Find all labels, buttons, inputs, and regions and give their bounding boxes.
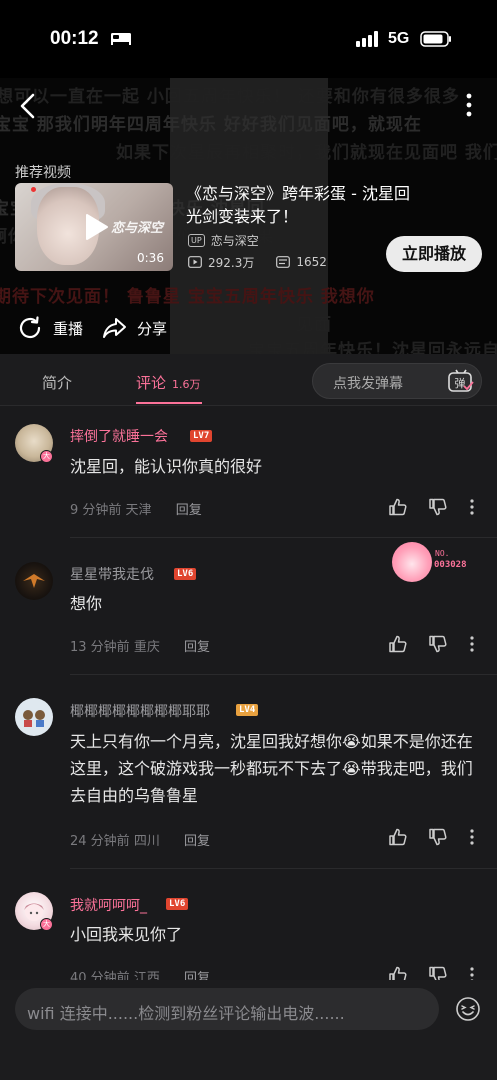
video-channel[interactable]: UP 恋与深空 — [188, 232, 259, 248]
danmaku-count: 1652 — [296, 255, 327, 269]
level-badge: LV6 — [174, 568, 197, 580]
divider — [70, 868, 497, 869]
divider — [70, 674, 497, 675]
comment-compose-bar: wifi 连接中......检测到粉丝评论输出电波...... — [0, 980, 497, 1080]
reply-button[interactable]: 回复 — [184, 834, 210, 849]
comment-text: 想你 — [70, 594, 103, 613]
avatar[interactable] — [15, 562, 53, 600]
sleep-mode-icon — [111, 33, 131, 45]
avatar-image — [23, 574, 45, 588]
like-icon[interactable] — [388, 827, 408, 847]
comment-time: 13 分钟前 — [70, 640, 130, 655]
comment-text: 沈星回，能认识你真的很好 — [70, 457, 263, 476]
emoji-icon[interactable] — [455, 996, 481, 1022]
reply-button[interactable]: 回复 — [184, 971, 210, 980]
comment-more-icon[interactable] — [466, 965, 478, 980]
more-vertical-icon[interactable] — [464, 92, 474, 118]
dislike-icon[interactable] — [428, 634, 448, 654]
fan-badge-character — [392, 542, 432, 582]
video-duration: 0:36 — [137, 251, 164, 265]
comment-meta: 13 分钟前 重庆 回复 — [70, 636, 210, 655]
comment-meta: 24 分钟前 四川 回复 — [70, 830, 210, 849]
tab-intro[interactable]: 简介 — [42, 372, 72, 393]
recommend-label: 推荐视频 — [15, 165, 71, 181]
back-arrow-icon[interactable] — [16, 92, 40, 120]
vip-badge: 大 — [40, 918, 53, 931]
recommended-video-title[interactable]: 《恋与深空》跨年彩蛋 - 沈星回光剑变装来了！ — [186, 182, 416, 228]
replay-icon — [19, 316, 41, 339]
views-icon — [188, 256, 202, 268]
reply-button[interactable]: 回复 — [176, 503, 202, 518]
play-now-button[interactable]: 立即播放 — [386, 236, 482, 272]
danmaku-count-icon — [276, 256, 291, 268]
comment-more-icon[interactable] — [466, 497, 478, 517]
share-icon — [103, 318, 126, 338]
comment-input[interactable]: wifi 连接中......检测到粉丝评论输出电波...... — [15, 988, 439, 1030]
video-stats: 292.3万 1652 — [188, 254, 327, 270]
dislike-icon[interactable] — [428, 827, 448, 847]
status-bar: 00:12 5G — [0, 0, 497, 78]
replay-button[interactable]: 重播 — [18, 316, 83, 340]
vip-badge: 大 — [40, 450, 53, 463]
channel-name: 恋与深空 — [210, 233, 259, 248]
level-badge: LV7 — [190, 430, 213, 442]
send-danmaku-input[interactable]: 点我发弹幕 弹 — [312, 363, 482, 399]
share-button[interactable]: 分享 — [102, 316, 167, 340]
comment-time: 24 分钟前 — [70, 834, 130, 849]
comment-username[interactable]: 摔倒了就睡一会 — [70, 426, 168, 446]
danmaku-toggle-icon[interactable]: 弹 — [447, 369, 475, 393]
thumb-dot — [31, 187, 36, 192]
comment-location: 重庆 — [133, 640, 160, 655]
comment-input-placeholder: wifi 连接中......检测到粉丝评论输出电波...... — [27, 1004, 345, 1023]
tab-comments-count: 1.6万 — [172, 378, 201, 391]
danmaku-placeholder: 点我发弹幕 — [333, 376, 403, 392]
fan-number-badge: NO. 003028 — [392, 542, 497, 584]
comment-text: 小回我来见你了 — [70, 925, 183, 944]
comment-username[interactable]: 椰椰椰椰椰椰椰椰耶耶 — [70, 701, 210, 721]
avatar-image — [23, 710, 45, 727]
play-icon — [86, 214, 108, 240]
replay-label: 重播 — [53, 319, 84, 338]
content-tabs: 简介 评论 1.6万 点我发弹幕 弹 — [0, 354, 497, 406]
reply-button[interactable]: 回复 — [184, 640, 210, 655]
fan-no-label: NO. — [435, 549, 450, 558]
comment-more-icon[interactable] — [466, 827, 478, 847]
status-time: 00:12 — [50, 28, 99, 49]
like-icon[interactable] — [388, 497, 408, 517]
divider — [70, 537, 497, 538]
comment-list: 大 摔倒了就睡一会 LV7 沈星回，能认识你真的很好 9 分钟前 天津 回复 星… — [0, 406, 497, 980]
active-tab-indicator — [136, 402, 202, 404]
like-icon[interactable] — [388, 634, 408, 654]
comment-meta: 9 分钟前 天津 回复 — [70, 499, 202, 518]
tab-comments-label: 评论 — [136, 374, 167, 392]
avatar[interactable] — [15, 698, 53, 736]
comment-text: 天上只有你一个月亮，沈星回我好想你😭如果不是你还在这里，这个破游戏我一秒都玩不下… — [70, 732, 473, 805]
like-icon[interactable] — [388, 965, 408, 980]
dislike-icon[interactable] — [428, 497, 448, 517]
thumb-logo: 恋与深空 — [111, 221, 164, 236]
comment-location: 天津 — [125, 503, 152, 518]
share-label: 分享 — [137, 319, 168, 338]
comment-time: 40 分钟前 — [70, 971, 130, 980]
view-count: 292.3万 — [208, 255, 255, 270]
network-type: 5G — [388, 30, 410, 47]
danmaku-btn-label: 弹 — [455, 376, 466, 390]
comment-time: 9 分钟前 — [70, 503, 122, 518]
battery-icon — [420, 31, 451, 47]
comment-location: 江西 — [133, 971, 160, 980]
up-badge: UP — [188, 233, 205, 247]
tab-comments[interactable]: 评论 1.6万 — [136, 372, 201, 393]
recommended-video-thumbnail[interactable]: 恋与深空 0:36 — [15, 183, 173, 271]
comment-username[interactable]: 我就呵呵呵_ — [70, 895, 147, 915]
comment-more-icon[interactable] — [466, 634, 478, 654]
comment-location: 四川 — [133, 834, 160, 849]
comment-meta: 40 分钟前 江西 回复 — [70, 967, 210, 980]
dislike-icon[interactable] — [428, 965, 448, 980]
level-badge: LV4 — [236, 704, 259, 716]
fan-number: 003028 — [434, 560, 467, 570]
comment-username[interactable]: 星星带我走伐 — [70, 564, 154, 584]
level-badge: LV6 — [166, 898, 189, 910]
signal-icon — [356, 31, 378, 47]
